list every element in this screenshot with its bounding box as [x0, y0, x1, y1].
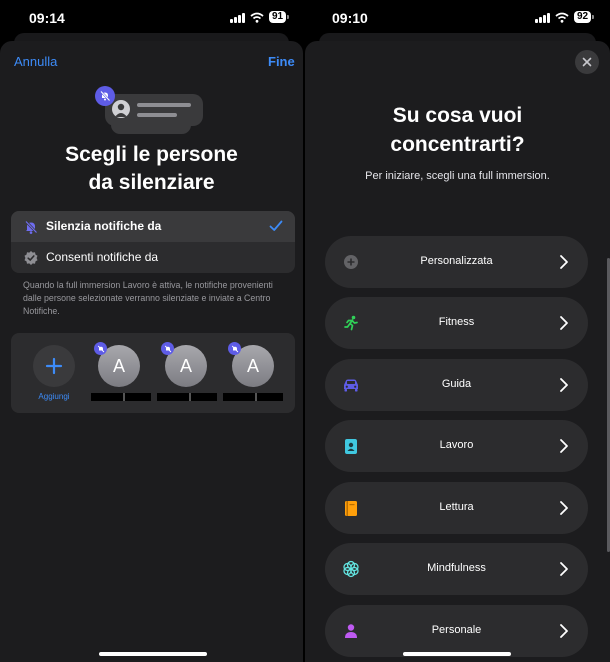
text-line-placeholder: [137, 103, 191, 107]
status-icons: 92: [535, 11, 595, 23]
focus-item-label: Mindfulness: [427, 562, 486, 574]
notification-bubble: [105, 94, 203, 126]
text-line-placeholder: [137, 113, 177, 117]
chevron-right-icon: [559, 377, 569, 398]
page-title: Scegli le persone da silenziare: [0, 141, 303, 197]
add-person-button[interactable]: [33, 345, 75, 387]
cellular-signal-icon: [230, 12, 245, 23]
plus-icon: [45, 357, 63, 375]
checkmark-seal-icon: [23, 250, 39, 266]
bell-slash-badge-icon: [228, 342, 241, 355]
focus-item-label: Personalizzata: [420, 255, 493, 267]
status-bar: 09:14 91: [0, 0, 303, 36]
page-title-line1: Su cosa vuoi: [392, 104, 523, 127]
page-title-line2: da silenziare: [88, 171, 215, 194]
avatar-icon: [112, 100, 130, 118]
home-indicator[interactable]: [403, 652, 511, 656]
chevron-right-icon: [559, 438, 569, 459]
close-button[interactable]: [575, 50, 599, 74]
option-label: Silenzia notifiche da: [46, 219, 162, 233]
person-avatar[interactable]: A: [94, 342, 140, 387]
page-title: Su cosa vuoi concentrarti?: [305, 101, 610, 159]
status-icons: 91: [230, 11, 290, 23]
redacted-name: [223, 393, 283, 401]
page-title-line1: Scegli le persone: [65, 143, 238, 166]
option-silence-notifications[interactable]: Silenzia notifiche da: [11, 211, 295, 242]
option-label: Consenti notifiche da: [46, 250, 159, 264]
person-avatar[interactable]: A: [228, 342, 274, 387]
focus-item-label: Fitness: [438, 316, 475, 328]
focus-item-label: Guida: [441, 378, 472, 390]
bell-slash-badge-icon: [95, 86, 115, 106]
explanation-caption: Quando la full immersion Lavoro è attiva…: [23, 280, 273, 316]
focus-item-guida[interactable]: Guida: [325, 359, 588, 411]
page-title-line2: concentrarti?: [390, 133, 525, 156]
bell-slash-badge-icon: [161, 342, 174, 355]
page-subtitle: Per iniziare, scegli una full immersion.: [365, 170, 550, 182]
done-button[interactable]: Fine: [268, 54, 295, 69]
status-time: 09:10: [332, 10, 368, 26]
focus-item-mindfulness[interactable]: Mindfulness: [325, 543, 588, 595]
focus-item-fitness[interactable]: Fitness: [325, 297, 588, 349]
add-person-label: Aggiungi: [38, 392, 70, 401]
focus-item-lettura[interactable]: Lettura: [325, 482, 588, 534]
bell-slash-icon: [23, 219, 39, 235]
focus-item-lavoro[interactable]: Lavoro: [325, 420, 588, 472]
wifi-icon: [250, 12, 264, 23]
redacted-name: [91, 393, 151, 401]
chevron-right-icon: [559, 500, 569, 521]
chevron-right-icon: [559, 254, 569, 275]
battery-indicator: 91: [269, 11, 290, 23]
home-indicator[interactable]: [99, 652, 207, 656]
person-initial: A: [112, 355, 125, 376]
redacted-name: [157, 393, 217, 401]
person-initial: A: [179, 355, 192, 376]
focus-item-label: Lettura: [439, 501, 474, 513]
close-icon: [582, 57, 592, 67]
notification-mode-options: Silenzia notifiche da Consenti notifiche…: [11, 211, 295, 273]
focus-item-personale[interactable]: Personale: [325, 605, 588, 657]
bell-slash-badge-icon: [94, 342, 107, 355]
chevron-right-icon: [559, 315, 569, 336]
focus-item-label: Lavoro: [439, 439, 474, 451]
battery-indicator: 92: [574, 11, 595, 23]
status-time: 09:14: [29, 10, 65, 26]
cellular-signal-icon: [535, 12, 550, 23]
focus-item-label: Personale: [431, 624, 482, 636]
chevron-right-icon: [559, 561, 569, 582]
notification-illustration: [95, 86, 215, 136]
left-screen: 09:14 91 Annulla Fine Scegli le persone …: [0, 0, 303, 662]
people-picker: Aggiungi A A A: [11, 333, 295, 413]
person-avatar[interactable]: A: [161, 342, 207, 387]
option-allow-notifications[interactable]: Consenti notifiche da: [11, 242, 295, 273]
checkmark-icon: [269, 219, 283, 238]
focus-item-personalizzata[interactable]: Personalizzata: [325, 236, 588, 288]
person-initial: A: [246, 355, 259, 376]
cancel-button[interactable]: Annulla: [14, 54, 57, 69]
chevron-right-icon: [559, 623, 569, 644]
right-screen: 09:10 92 Su cosa vuoi concentrarti? Per …: [305, 0, 610, 662]
wifi-icon: [555, 12, 569, 23]
status-bar: 09:10 92: [305, 0, 610, 36]
